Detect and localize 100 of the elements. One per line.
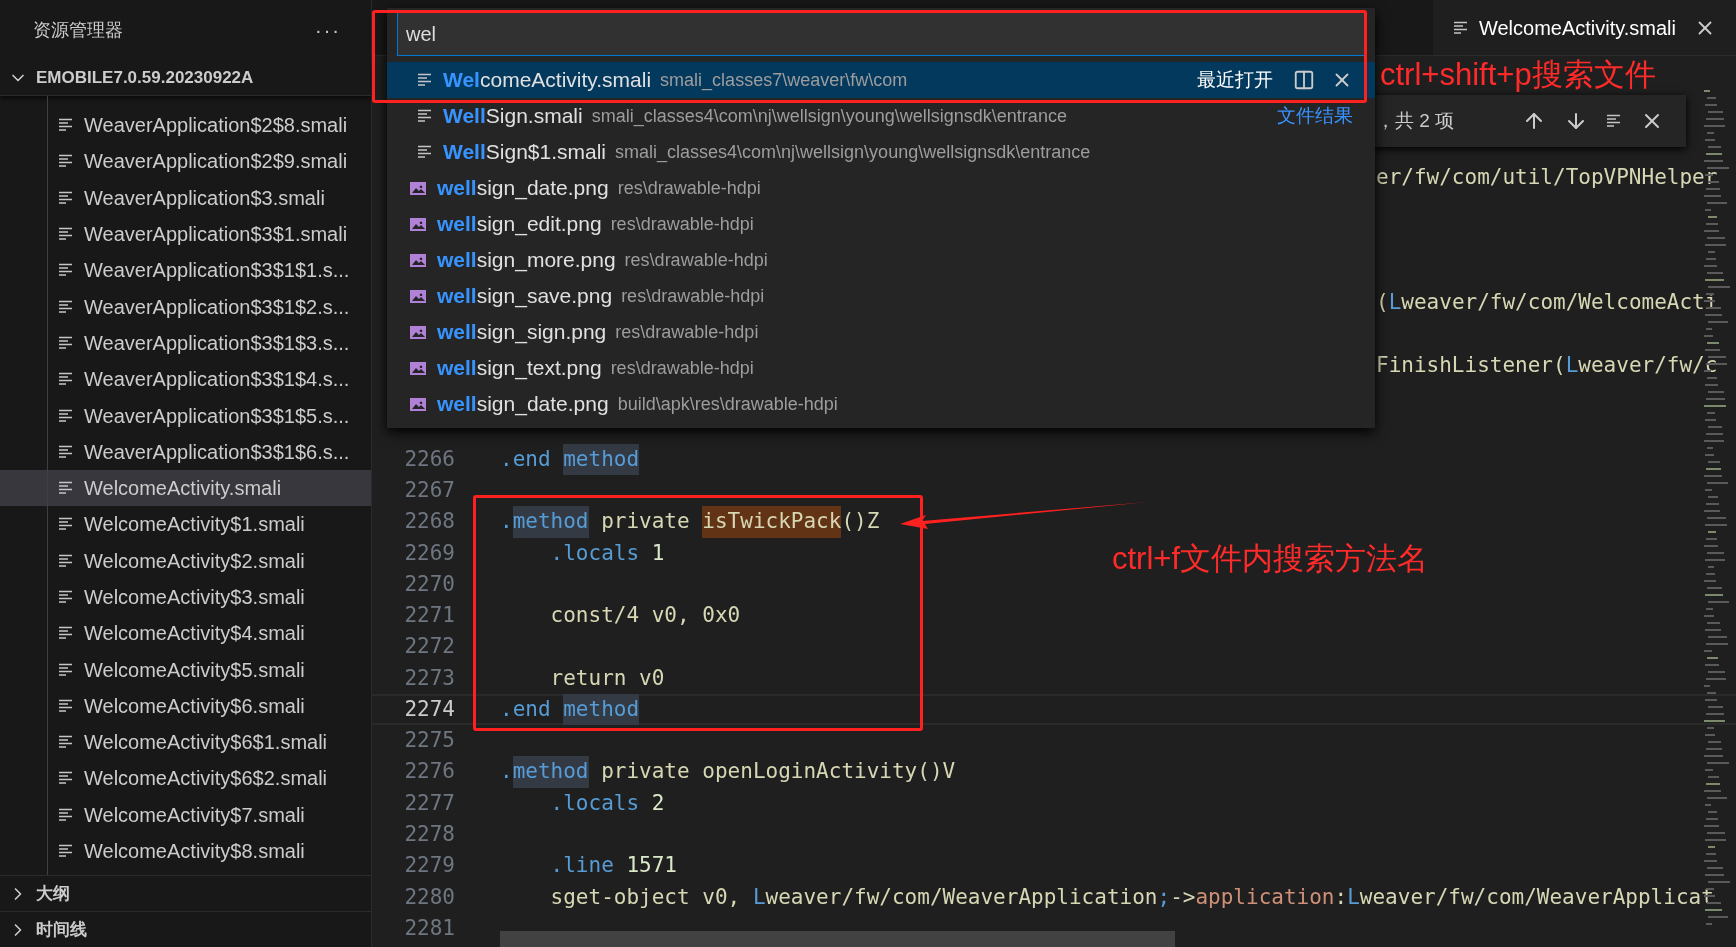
line-number: 2270: [403, 570, 455, 598]
line-number: 2279: [403, 852, 455, 880]
file-icon: [417, 73, 433, 87]
more-actions-button[interactable]: ···: [315, 20, 341, 40]
file-tree-item[interactable]: WelcomeActivity$1.smali: [0, 506, 371, 543]
file-icon: [58, 299, 74, 314]
lines-icon: [1606, 114, 1623, 128]
file-tree-item[interactable]: WeaverApplication$3$1$3.s...: [0, 324, 371, 362]
file-icon: [58, 662, 74, 677]
file-tree-item[interactable]: WelcomeActivity$6$2.smali: [0, 760, 371, 797]
file-tree-item[interactable]: WeaverApplication$3$1$1.s...: [0, 252, 371, 289]
code-token: L: [752, 883, 766, 911]
panel-section-header[interactable]: 时间线: [0, 911, 371, 947]
code-token: 1571: [626, 852, 677, 880]
quick-open-result[interactable]: wellsign_edit.png res\drawable-hdpi: [387, 206, 1375, 242]
quick-open-result[interactable]: WelcomeActivity.smali smali_classes7\weaver\fw\com 最近打开: [387, 62, 1375, 98]
result-path: res\drawable-hdpi: [624, 248, 768, 272]
file-tree-item[interactable]: WelcomeActivity$3.smali: [0, 578, 371, 616]
code-token: .locals: [549, 789, 641, 817]
file-tree-item[interactable]: WelcomeActivity$4.smali: [0, 615, 371, 652]
result-name: WellSign.smali: [443, 103, 583, 130]
file-tree-item[interactable]: WeaverApplication$3$1$6.s...: [0, 433, 371, 470]
result-path: build\apk\res\drawable-hdpi: [617, 392, 838, 416]
file-icon: [58, 771, 74, 786]
file-tree-item[interactable]: WelcomeActivity$2.smali: [0, 542, 371, 579]
file-icon: [58, 698, 74, 713]
editor-tab[interactable]: WelcomeActivity.smali: [1432, 0, 1736, 55]
line-number: 2275: [403, 727, 455, 755]
file-icon: [58, 190, 74, 205]
project-header[interactable]: EMOBILE7.0.59.20230922A: [0, 60, 371, 96]
result-name: WelcomeActivity.smali: [443, 67, 652, 94]
image-icon: [409, 360, 427, 376]
annotation-label: ctrl+shift+p搜索文件: [1380, 56, 1656, 94]
code-token: 2: [651, 789, 665, 817]
panel-section-header[interactable]: 大纲: [0, 875, 371, 911]
quick-open-result[interactable]: wellsign_date.png build\apk\res\drawable-hdpi: [387, 386, 1375, 422]
file-icon: [58, 590, 74, 604]
file-tree-item[interactable]: WelcomeActivity.smali: [0, 469, 371, 507]
horizontal-scrollbar[interactable]: [500, 931, 1175, 947]
code-token: .: [500, 758, 513, 786]
code-token: weaver/fw/com/WeaverApplicat: [1359, 883, 1714, 911]
code-token: method: [512, 756, 589, 788]
result-path: smali_classes4\com\nj\wellsign\young\wellsignsdk\entrance: [615, 140, 1091, 165]
file-tree-item[interactable]: WelcomeActivity$5.smali: [0, 651, 371, 688]
code-token: (: [1376, 289, 1389, 317]
line-number: 2271: [403, 602, 455, 630]
code-token: method: [563, 443, 640, 476]
quick-open-result[interactable]: WellSign.smali smali_classes4\com\nj\wellsign\young\wellsignsdk\entrance 文件结果: [387, 98, 1375, 134]
file-tree-item[interactable]: WelcomeActivity$8.smali: [0, 832, 371, 870]
result-name: wellsign_date.png: [437, 175, 609, 202]
line-number: 2266: [403, 445, 455, 473]
file-tree-item[interactable]: WeaverApplication$3$1$4.s...: [0, 361, 371, 398]
line-number: 2267: [403, 477, 455, 505]
match-count: ，共 2 项: [1376, 108, 1455, 133]
code-token: .line: [549, 852, 615, 880]
file-icon: [58, 154, 74, 169]
quick-open-result[interactable]: wellsign_save.png res\drawable-hdpi: [387, 278, 1375, 314]
result-name: WellSign$1.smali: [443, 139, 607, 166]
file-icon: [58, 408, 74, 423]
result-name: wellsign_date.png: [437, 391, 609, 418]
line-number: 2274: [403, 695, 455, 723]
file-icon: [58, 227, 74, 242]
quick-open-result[interactable]: WellSign$1.smali smali_classes4\com\nj\wellsign\young\wellsignsdk\entrance: [387, 134, 1375, 170]
code-token: .: [500, 508, 513, 536]
annotation-label: ctrl+f文件内搜索方法名: [1112, 540, 1429, 578]
file-tree-item[interactable]: WeaverApplication$3$1$5.s...: [0, 397, 371, 434]
file-tree-item[interactable]: WelcomeActivity$6$1.smali: [0, 724, 371, 761]
file-icon: [58, 335, 74, 350]
result-path: res\drawable-hdpi: [615, 320, 759, 344]
quick-open-result[interactable]: wellsign_date.png res\drawable-hdpi: [387, 170, 1375, 206]
code-token: application: [1195, 883, 1335, 911]
code-token: weaver/fw/com/WelcomeActi: [1401, 289, 1718, 317]
result-name: wellsign_edit.png: [437, 211, 602, 238]
code-token: .end: [500, 695, 552, 723]
file-tree-item[interactable]: WeaverApplication$3.smali: [0, 179, 371, 216]
file-tree-item[interactable]: WeaverApplication$3$1$2.s...: [0, 288, 371, 325]
result-path: res\drawable-hdpi: [621, 284, 765, 308]
code-token: .locals: [549, 539, 641, 567]
file-tree-item[interactable]: WelcomeActivity$6.smali: [0, 687, 371, 725]
file-tree-item[interactable]: WeaverApplication$3$1.smali: [0, 215, 371, 253]
code-token: L: [1565, 352, 1579, 379]
quick-open-result[interactable]: wellsign_sign.png res\drawable-hdpi: [387, 314, 1375, 350]
quick-open-result[interactable]: wellsign_more.png res\drawable-hdpi: [387, 242, 1375, 278]
search-field[interactable]: wel: [397, 12, 1365, 56]
file-icon: [58, 372, 74, 387]
quick-open-result[interactable]: wellsign_text.png res\drawable-hdpi: [387, 350, 1375, 386]
image-icon: [409, 396, 427, 412]
result-label: 最近打开: [1197, 67, 1273, 92]
split-icon[interactable]: [1293, 69, 1315, 91]
file-icon: [58, 807, 74, 822]
file-tree-item[interactable]: WeaverApplication$2$9.smali: [0, 143, 371, 180]
code-token: ->: [1170, 883, 1196, 911]
file-tree-item[interactable]: WelcomeActivity$7.smali: [0, 796, 371, 833]
code-token: sget-object v0,: [549, 883, 742, 911]
result-path: smali_classes4\com\nj\wellsign\young\wellsignsdk\entrance: [591, 104, 1067, 129]
code-token: isTwickPack: [702, 506, 842, 538]
file-tree-item[interactable]: WeaverApplication$2$8.smali: [0, 107, 371, 144]
result-name: wellsign_sign.png: [437, 319, 607, 346]
image-icon: [409, 252, 427, 268]
code-token: :: [1334, 883, 1348, 911]
